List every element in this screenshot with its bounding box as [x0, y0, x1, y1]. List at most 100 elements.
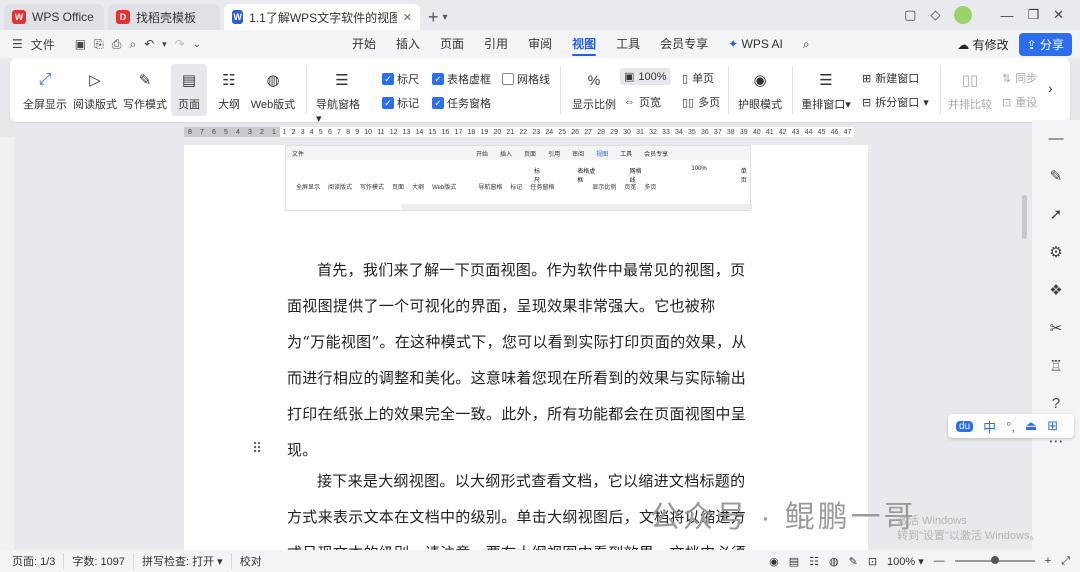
zoom-slider[interactable]	[954, 556, 1035, 564]
layout-icon[interactable]: ▢	[904, 7, 916, 23]
page-view-status-icon[interactable]: ▤	[789, 555, 799, 568]
ruler-tick-label: 35	[687, 128, 696, 136]
ruler-tick-label: 7	[200, 128, 204, 136]
fullscreen-status-icon[interactable]: ⤢	[1061, 555, 1070, 568]
print-preview-icon[interactable]: ⌕	[129, 37, 136, 52]
document-page[interactable]: 文件 开始 插入 页面 引用 审阅 视图 工具 会员专享 全屏显示 阅读版式 写…	[184, 145, 868, 550]
outline-button[interactable]: ☷ 大纲	[214, 68, 244, 112]
undo-dropdown-icon[interactable]: ▾	[162, 39, 167, 50]
share-button[interactable]: ⇪ 分享	[1018, 33, 1072, 56]
thumb-tab: 页面	[524, 151, 537, 158]
tab-document[interactable]: W 1.1了解WPS文字软件的视图模式.c ✕	[224, 4, 420, 30]
tab-member[interactable]: 会员专享	[650, 30, 718, 58]
tab-wps-ai[interactable]: ✦ WPS AI	[718, 30, 793, 58]
document-area[interactable]: 文件 开始 插入 页面 引用 审阅 视图 工具 会员专享 全屏显示 阅读版式 写…	[14, 137, 1032, 550]
tools-icon[interactable]: ✂	[1050, 319, 1063, 337]
edit-pen-icon[interactable]: ✎	[1050, 167, 1063, 185]
multi-page-button[interactable]: ▯▯ 多页	[682, 94, 720, 110]
file-menu[interactable]: 文件	[31, 36, 55, 53]
shirt-icon[interactable]: ♖	[1049, 357, 1062, 375]
ime-lang[interactable]: 中	[983, 417, 996, 436]
word-count[interactable]: 字数: 1097	[64, 553, 134, 569]
quick-access-dropdown-icon[interactable]: ⌄	[193, 39, 201, 50]
cube-icon[interactable]: ◇	[930, 7, 940, 23]
fullscreen-button[interactable]: ⤢ 全屏显示	[22, 68, 68, 112]
page-view-button[interactable]: ▤ 页面	[171, 64, 207, 116]
select-cursor-icon[interactable]: ➚	[1050, 205, 1063, 223]
eye-care-status-icon[interactable]: ◉	[769, 555, 779, 568]
restore-icon[interactable]: ❐	[1027, 7, 1039, 23]
zoom-value[interactable]: 100% ▾	[887, 555, 924, 568]
side-by-side-button[interactable]: ▯▯ 并排比较	[946, 68, 994, 112]
close-window-icon[interactable]: ✕	[1053, 7, 1064, 23]
tab-view[interactable]: 视图	[562, 30, 606, 58]
save-icon[interactable]: ▣	[75, 37, 86, 51]
edit-status[interactable]: ☁ 有修改	[957, 36, 1008, 53]
input-method-toolbar[interactable]: du 中 °, ⏏ ⊞	[948, 414, 1074, 438]
vertical-scrollbar[interactable]	[1022, 195, 1027, 239]
single-page-button[interactable]: ▯ 单页	[682, 70, 714, 86]
new-tab-button[interactable]: + ▾	[420, 4, 456, 30]
page-width-button[interactable]: ⇔ 页宽	[624, 94, 661, 110]
tab-home[interactable]: 开始	[342, 30, 386, 58]
new-window-button[interactable]: ⊞ 新建窗口	[862, 70, 919, 86]
split-window-button[interactable]: ⊟ 拆分窗口 ▾	[862, 94, 929, 110]
sync-scroll-button[interactable]: ⇅ 同步	[1002, 70, 1037, 86]
markup-checkbox[interactable]: ✓ 标记	[382, 95, 419, 111]
horizontal-ruler[interactable]: 87654321 1 2 3 4 5 6 7 8 9 10 11 12 13 14 15 16 17 18 19 20…	[184, 127, 854, 137]
hamburger-icon[interactable]: ☰	[12, 37, 23, 51]
zoom-out-icon[interactable]: —	[934, 555, 945, 567]
web-layout-button[interactable]: ◍ Web版式	[250, 68, 296, 112]
reading-layout-button[interactable]: ▷ 阅读版式	[72, 68, 118, 112]
reset-position-button[interactable]: ⊡ 重设	[1002, 94, 1037, 110]
nav-pane-button[interactable]: ☰ 导航窗格 ▾	[316, 68, 368, 125]
adjust-sliders-icon[interactable]: ⚙	[1049, 243, 1062, 261]
help-icon[interactable]: ?	[1052, 395, 1060, 412]
export-icon[interactable]: ⎘	[94, 37, 104, 52]
minimize-icon[interactable]: —	[1000, 8, 1013, 23]
tab-review[interactable]: 审阅	[518, 30, 562, 58]
undo-icon[interactable]: ↶	[144, 37, 154, 51]
ruler-checkbox[interactable]: ✓ 标尺	[382, 71, 419, 87]
zoom-ratio-button[interactable]: % 显示比例	[570, 68, 618, 112]
ribbon-scroll-right-icon[interactable]: ›	[1048, 80, 1053, 96]
tab-page[interactable]: 页面	[430, 30, 474, 58]
sync-label: 同步	[1015, 73, 1038, 85]
page-count[interactable]: 页面: 1/3	[0, 553, 65, 569]
avatar[interactable]	[954, 6, 973, 24]
tab-tools[interactable]: 工具	[606, 30, 650, 58]
punctuation-icon[interactable]: °,	[1006, 419, 1015, 434]
task-pane-checkbox[interactable]: ✓ 任务窗格	[432, 95, 491, 111]
ruler-tick-label: 37	[713, 128, 722, 136]
zoom-100-button[interactable]: ▣ 100%	[620, 68, 671, 85]
grid-icon[interactable]: ⊞	[1047, 418, 1058, 434]
paragraph-page-view[interactable]: 首先，我们来了解一下页面视图。作为软件中最常见的视图，页面视图提供了一个可视化的…	[287, 252, 753, 468]
write-status-icon[interactable]: ✎	[849, 555, 858, 568]
tab-wps-office[interactable]: W WPS Office	[4, 4, 104, 30]
windows-activation-notice: 激活 Windows 转到"设置"以激活 Windows。	[897, 514, 1041, 544]
tab-insert[interactable]: 插入	[386, 30, 430, 58]
collapse-icon[interactable]: —	[1049, 130, 1064, 147]
eye-care-button[interactable]: ◉ 护眼模式	[736, 68, 784, 112]
proofread[interactable]: 校对	[232, 553, 270, 569]
tab-references[interactable]: 引用	[474, 30, 518, 58]
web-status-icon[interactable]: ◍	[829, 555, 839, 568]
outline-status-icon[interactable]: ☷	[809, 555, 819, 568]
gridlines-checkbox[interactable]: 网格线	[502, 71, 550, 87]
close-icon[interactable]: ✕	[403, 11, 412, 24]
zoom-in-icon[interactable]: +	[1045, 555, 1051, 567]
tab-template[interactable]: D 找稻壳模板	[108, 4, 220, 30]
print-icon[interactable]: ⎙	[112, 37, 122, 52]
vertical-ruler[interactable]	[0, 137, 14, 550]
table-gridlines-checkbox[interactable]: ✓ 表格虚框	[432, 71, 491, 87]
du-icon[interactable]: du	[956, 420, 974, 432]
fit-page-icon[interactable]: ⊡	[868, 555, 877, 568]
style-icon[interactable]: ❖	[1049, 281, 1062, 299]
drag-handle-icon[interactable]: ⠿	[252, 440, 262, 457]
redo-icon[interactable]: ↷	[175, 37, 185, 51]
search-icon[interactable]: ⌕	[793, 30, 820, 58]
spell-check[interactable]: 拼写检查: 打开 ▾	[134, 553, 232, 569]
rearrange-window-button[interactable]: ☰ 重排窗口▾	[800, 68, 852, 112]
writing-mode-button[interactable]: ✎ 写作模式	[122, 68, 168, 112]
voice-icon[interactable]: ⏏	[1025, 418, 1037, 434]
